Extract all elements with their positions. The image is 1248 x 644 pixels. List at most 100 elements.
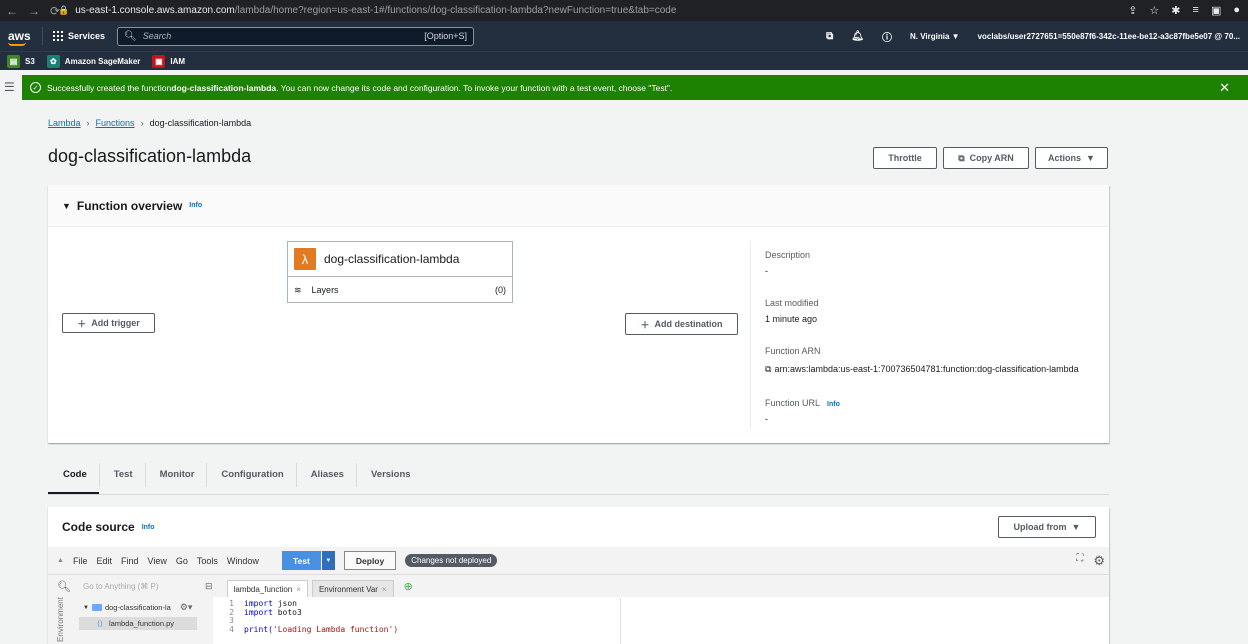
fullscreen-icon[interactable]: ⛶ — [1076, 553, 1083, 569]
tab-code[interactable]: Code — [48, 463, 100, 494]
menu-tools[interactable]: Tools — [197, 556, 218, 566]
tab-test[interactable]: Test — [100, 463, 146, 487]
function-url-value: - — [765, 414, 768, 424]
grid-icon — [53, 31, 63, 41]
extensions-icon[interactable]: ✱ — [1171, 4, 1180, 17]
function-node-label: dog-classification-lambda — [324, 252, 460, 266]
actions-button[interactable]: Actions ▼ — [1035, 147, 1108, 169]
sidebar-icon[interactable]: ▣ — [1211, 4, 1221, 17]
file-tab-environment[interactable]: Environment Var × — [311, 580, 394, 597]
test-button[interactable]: Test ▼ — [281, 551, 335, 570]
aws-logo[interactable]: aws — [0, 29, 38, 46]
menu-edit[interactable]: Edit — [96, 556, 112, 566]
gear-icon[interactable]: ⚙ — [1093, 553, 1105, 569]
menu-icon[interactable]: ☰ — [4, 80, 15, 94]
file-tabs: ⊟ lambda_function × Environment Var × ⊕ — [195, 575, 413, 597]
services-menu[interactable]: Services — [42, 27, 115, 45]
collapse-icon[interactable]: ▲ — [57, 557, 64, 564]
favorite-sagemaker[interactable]: ✿ Amazon SageMaker — [46, 54, 140, 68]
add-tab-icon[interactable]: ⊕ — [404, 580, 413, 593]
close-icon[interactable]: ✕ — [1219, 80, 1230, 96]
plus-icon: ＋ — [640, 319, 650, 330]
reading-list-icon[interactable]: ≡ — [1193, 4, 1199, 17]
menu-file[interactable]: File — [73, 556, 88, 566]
star-icon[interactable]: ☆ — [1149, 4, 1159, 17]
deploy-button[interactable]: Deploy — [343, 551, 397, 570]
panel-title: Code source — [62, 520, 135, 534]
environment-label[interactable]: Environment — [56, 597, 65, 642]
search-shortcut: [Option+S] — [424, 31, 468, 41]
line-number: 4 — [229, 624, 234, 634]
url-path: /lambda/home?region=us-east-1#/functions… — [234, 5, 677, 16]
profile-icon[interactable]: ● — [1233, 4, 1240, 17]
function-tabs: Code Test Monitor Configuration Aliases … — [48, 463, 423, 494]
panel-toggle-icon[interactable]: ⊟ — [205, 581, 213, 592]
flash-function-name: dog-classification-lambda — [171, 82, 277, 93]
folder-item[interactable]: ▼ dog-classification-la ⚙▾ — [83, 602, 192, 613]
breadcrumb-functions[interactable]: Functions — [96, 118, 135, 128]
info-link[interactable]: Info — [827, 401, 840, 408]
address-bar[interactable]: 🔒 us-east-1.console.aws.amazon.com /lamb… — [58, 5, 1128, 16]
breadcrumb-lambda[interactable]: Lambda — [48, 118, 81, 128]
file-tab-label: lambda_function — [233, 584, 293, 594]
menu-find[interactable]: Find — [121, 556, 139, 566]
divider — [750, 241, 751, 429]
favorite-iam[interactable]: ▣ IAM — [152, 54, 185, 68]
function-node[interactable]: λ dog-classification-lambda — [288, 242, 512, 277]
ide-controls: ⛶ ⚙ — [1076, 553, 1105, 569]
tab-monitor[interactable]: Monitor — [146, 463, 208, 487]
chevron-right-icon: › — [140, 118, 144, 128]
close-icon[interactable]: × — [296, 585, 301, 594]
function-overview-header[interactable]: ▼ Function overview Info — [48, 185, 1109, 227]
region-selector[interactable]: N. Virginia ▼ — [910, 32, 960, 41]
file-tab-lambda-function[interactable]: lambda_function × — [226, 580, 308, 597]
account-menu[interactable]: voclabs/user2727651=550e87f6-342c-11ee-b… — [978, 32, 1240, 41]
code-area[interactable]: 1 import json 2 import boto3 3 4 print('Loa… — [220, 598, 620, 644]
services-label: Services — [68, 31, 106, 41]
add-destination-button[interactable]: ＋ Add destination — [625, 313, 738, 335]
info-link[interactable]: Info — [189, 202, 202, 209]
close-icon[interactable]: × — [382, 585, 387, 594]
tab-aliases[interactable]: Aliases — [297, 463, 357, 487]
info-link[interactable]: Info — [142, 524, 155, 531]
function-overview-panel: ▼ Function overview Info λ dog-classific… — [48, 185, 1109, 443]
menu-go[interactable]: Go — [176, 556, 188, 566]
description-value: - — [765, 266, 768, 276]
add-trigger-button[interactable]: ＋ Add trigger — [62, 313, 155, 333]
layers-label: Layers — [311, 285, 339, 295]
sagemaker-icon: ✿ — [46, 54, 60, 68]
header-actions: Throttle ⧉ Copy ARN Actions ▼ — [873, 147, 1108, 169]
favorite-s3[interactable]: ▤ S3 — [7, 54, 35, 68]
caret-down-icon: ▼ — [1086, 153, 1095, 163]
forward-icon[interactable]: → — [28, 4, 40, 18]
folder-name: dog-classification-la — [104, 603, 171, 612]
help-icon[interactable]: ⓘ — [882, 29, 892, 44]
throttle-button[interactable]: Throttle — [873, 147, 937, 169]
upload-from-button[interactable]: Upload from ▼ — [998, 516, 1096, 538]
file-item[interactable]: ⟨⟩ lambda_function.py — [79, 617, 197, 630]
search-input[interactable]: 🔍︎ Search [Option+S] — [117, 26, 475, 46]
menu-window[interactable]: Window — [227, 556, 259, 566]
menu-view[interactable]: View — [147, 556, 166, 566]
copy-arn-button[interactable]: ⧉ Copy ARN — [943, 147, 1029, 169]
share-icon[interactable]: ⇪ — [1128, 4, 1137, 17]
bell-icon[interactable]: 🔔︎ — [851, 31, 864, 42]
copy-icon[interactable]: ⧉ — [765, 362, 771, 376]
file-tab-label: Environment Var — [318, 584, 378, 594]
tab-configuration[interactable]: Configuration — [207, 463, 297, 487]
flash-text: Successfully created the function — [47, 82, 172, 93]
caret-down-icon[interactable]: ▼ — [320, 551, 335, 570]
goto-anything-input[interactable]: 🔍︎ Go to Anything (⌘ P) — [57, 580, 195, 593]
cloudshell-icon[interactable]: ⧉ — [826, 31, 833, 42]
status-badge: Changes not deployed — [405, 554, 498, 567]
file-name: lambda_function.py — [108, 619, 174, 628]
iam-icon: ▣ — [152, 54, 166, 68]
button-label: Upload from — [1013, 522, 1067, 532]
gear-icon[interactable]: ⚙▾ — [180, 602, 193, 613]
back-icon[interactable]: ← — [6, 4, 18, 18]
layers-row[interactable]: ≋ Layers (0) — [288, 277, 512, 303]
breadcrumb: Lambda › Functions › dog-classification-… — [48, 118, 251, 128]
button-label: Actions — [1048, 153, 1082, 163]
plus-icon: ＋ — [77, 318, 87, 329]
tab-versions[interactable]: Versions — [357, 463, 423, 487]
